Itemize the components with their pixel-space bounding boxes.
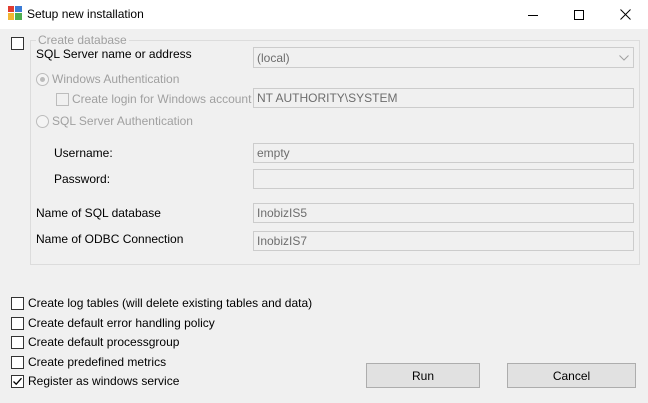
register-service-label: Register as windows service xyxy=(28,374,180,388)
maximize-icon xyxy=(574,9,584,20)
create-log-tables-checkbox[interactable] xyxy=(11,297,24,310)
create-login-label: Create login for Windows account xyxy=(72,92,252,106)
setup-icon xyxy=(8,6,22,20)
username-field[interactable]: empty xyxy=(253,143,634,163)
close-button[interactable] xyxy=(602,0,648,29)
windows-auth-radio[interactable] xyxy=(36,73,49,86)
title-bar: Setup new installation xyxy=(0,0,648,29)
sql-auth-radio[interactable] xyxy=(36,115,49,128)
sql-auth-label: SQL Server Authentication xyxy=(52,114,193,128)
password-field[interactable] xyxy=(253,169,634,189)
server-label: SQL Server name or address xyxy=(36,47,192,61)
close-icon xyxy=(619,9,631,20)
create-error-policy-checkbox[interactable] xyxy=(11,317,24,330)
odbc-field[interactable]: InobizIS7 xyxy=(253,231,634,251)
create-login-checkbox[interactable] xyxy=(56,93,69,106)
create-metrics-checkbox[interactable] xyxy=(11,356,24,369)
checkmark-icon xyxy=(13,377,22,386)
minimize-icon xyxy=(528,14,538,16)
username-label: Username: xyxy=(54,146,113,160)
create-error-policy-label: Create default error handling policy xyxy=(28,316,215,330)
windows-auth-label: Windows Authentication xyxy=(52,72,180,86)
register-service-checkbox[interactable] xyxy=(11,375,24,388)
minimize-button[interactable] xyxy=(510,0,556,29)
window-title: Setup new installation xyxy=(27,7,144,21)
password-label: Password: xyxy=(54,172,111,186)
maximize-button[interactable] xyxy=(556,0,602,29)
create-database-legend: Create database xyxy=(36,33,129,47)
server-combobox[interactable]: (local) xyxy=(253,47,634,68)
odbc-label: Name of ODBC Connection xyxy=(36,232,184,246)
db-name-field[interactable]: InobizIS5 xyxy=(253,203,634,223)
db-name-label: Name of SQL database xyxy=(36,206,161,220)
create-log-tables-label: Create log tables (will delete existing … xyxy=(28,296,313,310)
create-metrics-label: Create predefined metrics xyxy=(28,355,167,369)
create-database-checkbox[interactable] xyxy=(11,37,24,50)
radio-selected-dot xyxy=(40,77,45,82)
windows-account-field[interactable]: NT AUTHORITY\SYSTEM xyxy=(253,88,634,108)
cancel-button[interactable]: Cancel xyxy=(507,363,636,388)
chevron-down-icon[interactable] xyxy=(615,48,633,67)
server-value: (local) xyxy=(257,51,290,65)
create-processgroup-label: Create default processgroup xyxy=(28,335,180,349)
run-button[interactable]: Run xyxy=(366,363,480,388)
create-processgroup-checkbox[interactable] xyxy=(11,336,24,349)
